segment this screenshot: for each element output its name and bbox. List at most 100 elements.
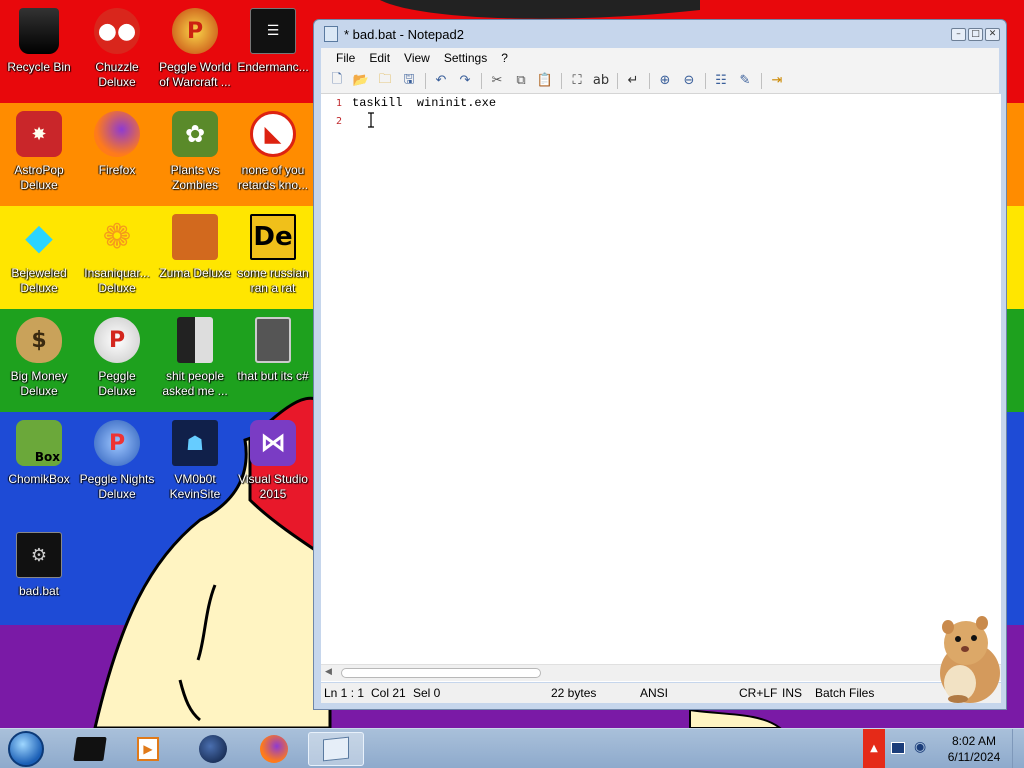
toolbar-separator bbox=[617, 72, 618, 89]
desktop-icon-firefox[interactable]: Firefox bbox=[78, 111, 156, 178]
maximize-button[interactable]: □ bbox=[968, 28, 983, 41]
zoom-out-icon[interactable]: ⊖ bbox=[679, 72, 699, 90]
menu-bar: File Edit View Settings ? bbox=[321, 48, 999, 68]
word-wrap-icon[interactable]: ↵ bbox=[623, 72, 643, 90]
desktop-icon-peggle-wow[interactable]: P Peggle World of Warcraft ... bbox=[156, 8, 234, 90]
desktop-icon-label: shit people asked me ... bbox=[162, 369, 228, 398]
paste-icon[interactable]: 📋 bbox=[535, 72, 555, 90]
redo-icon[interactable]: ↷ bbox=[455, 72, 475, 90]
find-icon[interactable]: ⛶ bbox=[567, 72, 587, 90]
chomikbox-icon: Box bbox=[16, 420, 62, 466]
desktop-icon-label: Peggle Deluxe bbox=[98, 369, 136, 398]
desktop-icon-pvz[interactable]: ✿ Plants vs Zombies bbox=[156, 111, 234, 193]
show-desktop-button[interactable] bbox=[1012, 729, 1024, 768]
save-icon[interactable]: 🖫 bbox=[399, 72, 419, 90]
desktop-icon-label: ChomikBox bbox=[8, 472, 70, 486]
desktop-icon-label: Visual Studio 2015 bbox=[238, 472, 308, 501]
money-bag-icon: $ bbox=[16, 317, 62, 363]
endermanch-icon: ☰ bbox=[250, 8, 296, 54]
close-button[interactable]: ✕ bbox=[985, 28, 1000, 41]
chuzzle-icon: ●● bbox=[94, 8, 140, 54]
desktop-icon-big-money[interactable]: $ Big Money Deluxe bbox=[0, 317, 78, 399]
copy-icon[interactable]: ⧉ bbox=[511, 72, 531, 90]
clock[interactable]: 8:02 AM 6/11/2024 bbox=[940, 733, 1008, 765]
menu-edit[interactable]: Edit bbox=[362, 51, 397, 65]
customize-scheme-icon[interactable]: ✎ bbox=[735, 72, 755, 90]
horizontal-scrollbar[interactable]: ◀ bbox=[321, 664, 1001, 681]
desktop-icon-label: Peggle World of Warcraft ... bbox=[159, 60, 231, 89]
desktop-icon-label: some russian ran a rat bbox=[237, 266, 309, 295]
status-eol[interactable]: CR+LF bbox=[739, 686, 777, 700]
browse-icon[interactable]: 🗀 bbox=[375, 72, 395, 90]
de-icon: De bbox=[250, 214, 296, 260]
window-title: * bad.bat - Notepad2 bbox=[344, 26, 464, 42]
menu-view[interactable]: View bbox=[397, 51, 437, 65]
taskbar-app-console[interactable] bbox=[62, 732, 118, 766]
exit-icon[interactable]: ⇥ bbox=[767, 72, 787, 90]
desktop-icon-peggle-nights[interactable]: P Peggle Nights Deluxe bbox=[78, 420, 156, 502]
firefox-icon bbox=[94, 111, 140, 157]
new-icon[interactable]: 🗋 bbox=[327, 72, 347, 90]
show-hidden-icons-button[interactable]: ▲ bbox=[863, 729, 885, 768]
desktop-icon-chomikbox[interactable]: Box ChomikBox bbox=[0, 420, 78, 487]
desktop-icon-stack[interactable]: that but its c# bbox=[234, 317, 312, 384]
taskbar-app-notepad2[interactable] bbox=[308, 732, 364, 766]
zoom-in-icon[interactable]: ⊕ bbox=[655, 72, 675, 90]
toolbar-separator bbox=[481, 72, 482, 89]
desktop-icon-label: that but its c# bbox=[237, 369, 309, 383]
notepad2-window[interactable]: * bad.bat - Notepad2 – □ ✕ File Edit Vie… bbox=[313, 19, 1007, 710]
desktop-icon-folder[interactable]: shit people asked me ... bbox=[156, 317, 234, 399]
status-encoding[interactable]: ANSI bbox=[640, 686, 668, 700]
undo-icon[interactable]: ↶ bbox=[431, 72, 451, 90]
desktop-icon-endermanch[interactable]: ☰ Endermanc... bbox=[234, 8, 312, 75]
desktop-icon-de[interactable]: De some russian ran a rat bbox=[234, 214, 312, 296]
scroll-left-icon[interactable]: ◀ bbox=[325, 667, 332, 677]
status-mode[interactable]: INS bbox=[782, 686, 802, 700]
title-bar[interactable]: * bad.bat - Notepad2 – □ ✕ bbox=[314, 20, 1006, 48]
vm0b0t-icon: ☗ bbox=[172, 420, 218, 466]
replace-icon[interactable]: ab bbox=[591, 72, 611, 90]
cut-icon[interactable]: ✂ bbox=[487, 72, 507, 90]
desktop-icon-label: Firefox bbox=[98, 163, 136, 177]
desktop-icon-label: bad.bat bbox=[18, 584, 60, 598]
taskbar-app-media[interactable]: ▶ bbox=[120, 732, 176, 766]
minimize-button[interactable]: – bbox=[951, 28, 966, 41]
taskbar-app-vm0b0t[interactable] bbox=[185, 732, 241, 766]
desktop-icon-astropop[interactable]: ✸ AstroPop Deluxe bbox=[0, 111, 78, 193]
peggle-wow-icon: P bbox=[172, 8, 218, 54]
taskbar-app-firefox[interactable] bbox=[246, 732, 302, 766]
network-icon[interactable] bbox=[891, 742, 905, 754]
desktop-icon-bad-bat[interactable]: ⚙ bad.bat bbox=[0, 532, 78, 599]
clock-date: 6/11/2024 bbox=[947, 750, 1001, 764]
status-bar: Ln 1 : 1 Col 21 Sel 0 22 bytes ANSI CR+L… bbox=[321, 683, 1001, 703]
volume-icon[interactable]: ◉ bbox=[914, 739, 926, 755]
desktop-icon-zuma[interactable]: Zuma Deluxe bbox=[156, 214, 234, 281]
start-button[interactable] bbox=[8, 731, 44, 767]
folder-icon bbox=[177, 317, 213, 363]
code-line: taskill wininit.exe bbox=[352, 96, 497, 110]
desktop-icon-label: Endermanc... bbox=[237, 60, 309, 74]
desktop-icon-recycle-bin[interactable]: Recycle Bin bbox=[0, 8, 78, 75]
desktop-icon-vm0b0t[interactable]: ☗ VM0b0t KevinSite bbox=[156, 420, 234, 502]
globe-icon bbox=[199, 735, 227, 763]
desktop-icon-red-dino[interactable]: ◣ none of you retards kno... bbox=[234, 111, 312, 193]
desktop-icon-label: VM0b0t KevinSite bbox=[169, 472, 221, 501]
desktop-icon-insaniquarium[interactable]: ❁ Insaniquar... Deluxe bbox=[78, 214, 156, 296]
clock-time: 8:02 AM bbox=[951, 734, 997, 748]
open-icon[interactable]: 📂 bbox=[351, 72, 371, 90]
firefox-icon bbox=[260, 735, 288, 763]
scheme-icon[interactable]: ☷ bbox=[711, 72, 731, 90]
status-scheme[interactable]: Batch Files bbox=[815, 686, 874, 700]
text-editor[interactable]: 1 2 taskill wininit.exe bbox=[321, 94, 1001, 682]
desktop-icon-bejeweled[interactable]: ◆ Bejeweled Deluxe bbox=[0, 214, 78, 296]
desktop-icon-label: Plants vs Zombies bbox=[170, 163, 220, 192]
menu-settings[interactable]: Settings bbox=[437, 51, 494, 65]
desktop-icon-chuzzle[interactable]: ●● Chuzzle Deluxe bbox=[78, 8, 156, 90]
toolbar-separator bbox=[425, 72, 426, 89]
desktop-icon-peggle[interactable]: P Peggle Deluxe bbox=[78, 317, 156, 399]
status-column: Col 21 bbox=[371, 686, 406, 700]
menu-help[interactable]: ? bbox=[494, 51, 515, 65]
desktop-icon-visual-studio[interactable]: ⋈ Visual Studio 2015 bbox=[234, 420, 312, 502]
scrollbar-thumb[interactable] bbox=[341, 668, 541, 678]
menu-file[interactable]: File bbox=[329, 51, 362, 65]
